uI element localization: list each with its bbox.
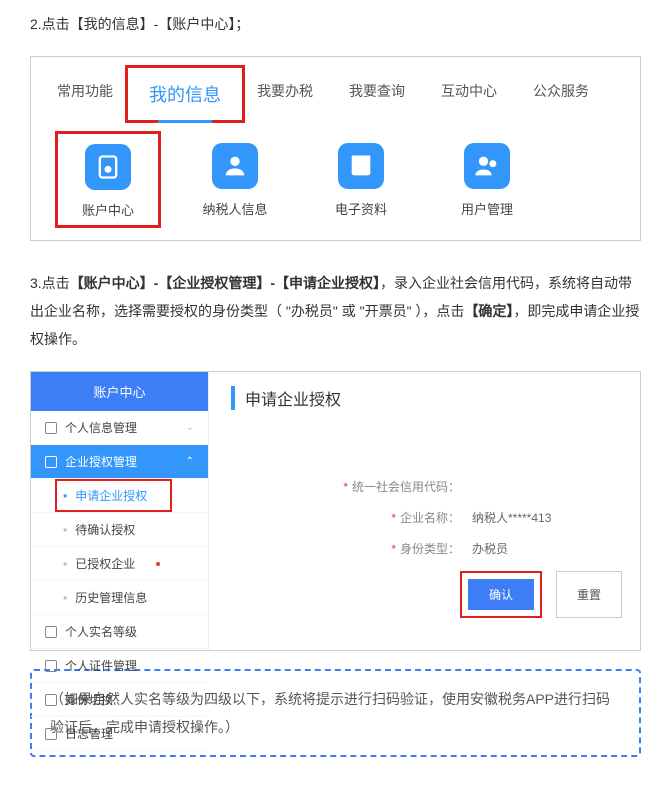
menu-icon <box>45 660 57 672</box>
sidebar-item-identity-switch[interactable]: 身份切换 ⌄ <box>31 683 208 717</box>
sidebar-item-label: 已授权企业 <box>75 555 135 572</box>
sidebar-title: 账户中心 <box>31 372 208 411</box>
step3-text: 3.点击【账户中心】-【企业授权管理】-【申请企业授权】，录入企业社会信用代码，… <box>30 269 641 353</box>
form-label: 企业名称： <box>360 509 460 526</box>
tab-my-info[interactable]: 我的信息 <box>131 69 239 119</box>
tab-tax[interactable]: 我要办税 <box>239 69 331 119</box>
sidebar-item-enterprise-auth[interactable]: 企业授权管理 ⌃ <box>31 445 208 479</box>
bullet-icon: • <box>63 591 67 605</box>
form-label: 身份类型： <box>360 540 460 557</box>
icon-label: 用户管理 <box>461 199 513 218</box>
tab-common[interactable]: 常用功能 <box>39 69 131 119</box>
main-panel: 申请企业授权 统一社会信用代码： 企业名称： 纳税人*****413 身份类型：… <box>209 372 640 650</box>
highlight-box <box>125 65 245 123</box>
highlight-box: 确认 <box>460 571 542 618</box>
sidebar-sub-history[interactable]: • 历史管理信息 <box>31 581 208 615</box>
text: 3.点击 <box>30 275 70 291</box>
confirm-button[interactable]: 确认 <box>468 579 534 610</box>
user-mgmt-icon <box>464 143 510 189</box>
form-value: 纳税人*****413 <box>472 509 622 526</box>
tab-query[interactable]: 我要查询 <box>331 69 423 119</box>
taxpayer-icon <box>212 143 258 189</box>
highlight-box: 账户中心 <box>55 131 161 228</box>
screenshot-1: 常用功能 我的信息 我要办税 我要查询 互动中心 公众服务 账户中心 纳税人信息 <box>30 56 641 241</box>
sidebar-item-log-mgmt[interactable]: 日志管理 <box>31 717 208 751</box>
sidebar-item-label: 个人实名等级 <box>65 623 137 640</box>
sidebar-item-label: 企业授权管理 <box>65 453 137 470</box>
icon-taxpayer-info[interactable]: 纳税人信息 <box>193 143 277 220</box>
sidebar: 账户中心 个人信息管理 ⌄ 企业授权管理 ⌃ • 申请企业授权 • 待确认授权 … <box>31 372 209 650</box>
bullet-icon: • <box>63 523 67 537</box>
form-row-identity-type: 身份类型： 办税员 <box>231 540 622 557</box>
reset-button[interactable]: 重置 <box>556 571 622 618</box>
chevron-down-icon: ⌄ <box>186 422 194 433</box>
sidebar-item-label: 日志管理 <box>65 725 113 742</box>
icon-edoc[interactable]: 电子资料 <box>319 143 403 220</box>
form-row-credit-code: 统一社会信用代码： <box>231 478 622 495</box>
sidebar-item-personal-info[interactable]: 个人信息管理 ⌄ <box>31 411 208 445</box>
highlight-box <box>55 479 172 512</box>
tab-public[interactable]: 公众服务 <box>515 69 607 119</box>
icon-user-mgmt[interactable]: 用户管理 <box>445 143 529 220</box>
bold-text: 【确定】 <box>464 303 513 319</box>
menu-icon <box>45 626 57 638</box>
sidebar-item-label: 待确认授权 <box>75 521 135 538</box>
sidebar-item-label: 个人证件管理 <box>65 657 137 674</box>
icon-label: 纳税人信息 <box>202 199 267 218</box>
tab-interact[interactable]: 互动中心 <box>423 69 515 119</box>
sidebar-item-label: 个人信息管理 <box>65 419 137 436</box>
step2-text: 2.点击【我的信息】-【账户中心】； <box>30 10 641 38</box>
red-dot-icon <box>156 562 160 566</box>
screenshot-2: 账户中心 个人信息管理 ⌄ 企业授权管理 ⌃ • 申请企业授权 • 待确认授权 … <box>30 371 641 651</box>
form-row-enterprise-name: 企业名称： 纳税人*****413 <box>231 509 622 526</box>
bold-text: 【账户中心】-【企业授权管理】-【申请企业授权】 <box>70 275 380 291</box>
sidebar-sub-apply-auth[interactable]: • 申请企业授权 <box>31 479 208 513</box>
menu-icon <box>45 728 57 740</box>
button-row: 确认 重置 <box>231 571 622 618</box>
bullet-icon: • <box>63 557 67 571</box>
sidebar-item-label: 历史管理信息 <box>75 589 147 606</box>
icon-label: 电子资料 <box>335 199 387 218</box>
panel-title: 申请企业授权 <box>231 386 622 410</box>
chevron-up-icon: ⌃ <box>186 456 194 467</box>
sidebar-item-realname-level[interactable]: 个人实名等级 <box>31 615 208 649</box>
form-label: 统一社会信用代码： <box>343 478 460 495</box>
icon-row: 账户中心 纳税人信息 电子资料 用户管理 <box>31 125 640 220</box>
sidebar-item-label: 身份切换 <box>65 691 113 708</box>
menu-icon <box>45 456 57 468</box>
menu-icon <box>45 422 57 434</box>
edoc-icon <box>338 143 384 189</box>
sidebar-sub-authorized[interactable]: • 已授权企业 <box>31 547 208 581</box>
sidebar-item-id-mgmt[interactable]: 个人证件管理 <box>31 649 208 683</box>
icon-label: 账户中心 <box>82 200 134 219</box>
menu-icon <box>45 694 57 706</box>
sidebar-sub-pending[interactable]: • 待确认授权 <box>31 513 208 547</box>
nav-tabs: 常用功能 我的信息 我要办税 我要查询 互动中心 公众服务 <box>31 69 640 125</box>
icon-account-center[interactable]: 账户中心 <box>66 144 150 219</box>
account-icon <box>85 144 131 190</box>
chevron-down-icon: ⌄ <box>186 694 194 705</box>
form-value[interactable]: 办税员 <box>472 540 622 557</box>
